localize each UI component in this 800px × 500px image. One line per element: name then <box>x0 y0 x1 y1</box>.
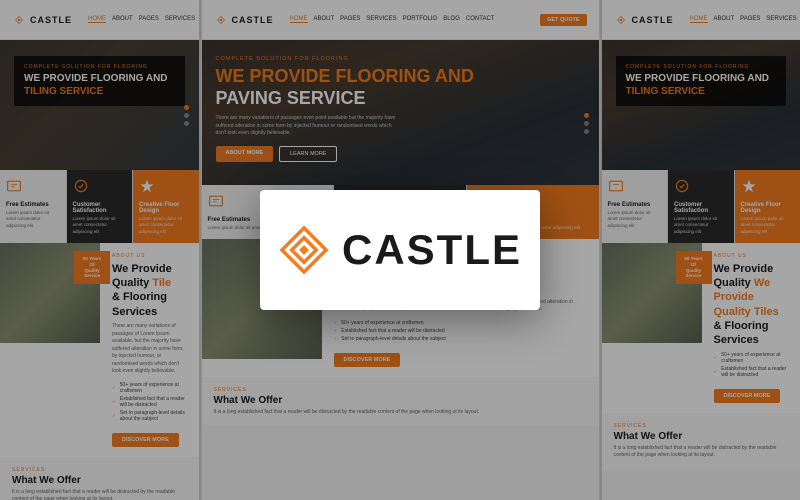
modal-logo-text: CASTLE <box>342 226 522 274</box>
modal-overlay: CASTLE <box>0 0 800 500</box>
modal-box: CASTLE <box>260 190 540 310</box>
castle-logo-icon <box>278 224 330 276</box>
modal-logo: CASTLE <box>278 224 522 276</box>
